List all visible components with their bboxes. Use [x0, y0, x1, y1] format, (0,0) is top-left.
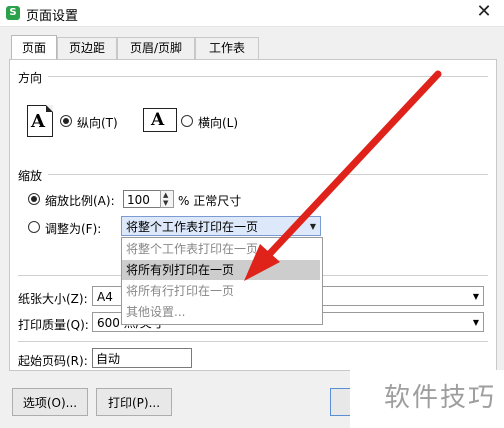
annotation-arrow-icon — [244, 70, 442, 281]
